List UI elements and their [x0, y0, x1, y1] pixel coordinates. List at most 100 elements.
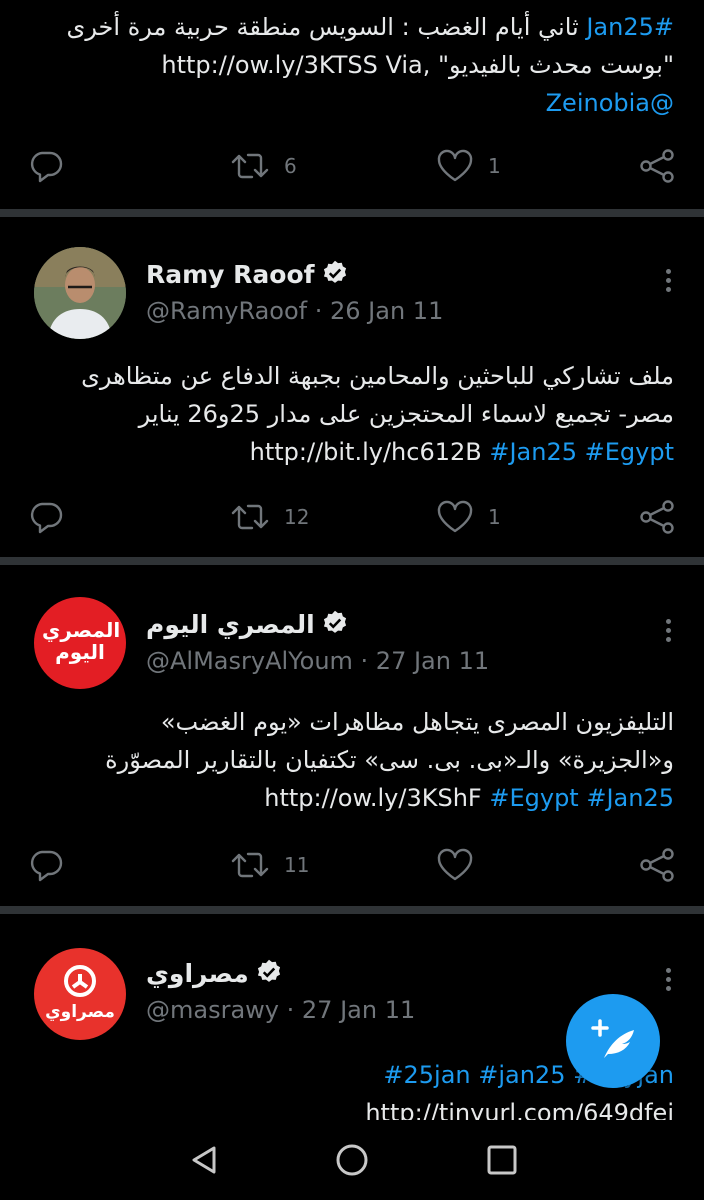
tweet-text-line: http://bit.ly/hc612B #Jan25 #Egypt	[81, 433, 674, 471]
more-options-button[interactable]	[666, 615, 674, 646]
tweet-text-line: "بوست محدث بالفيديو" ,http://ow.ly/3KTSS…	[67, 46, 674, 84]
share-button[interactable]	[638, 845, 676, 885]
author-name-row[interactable]: المصري اليوم	[146, 609, 349, 643]
nav-back-button[interactable]	[184, 1140, 224, 1180]
author-handle-row: @RamyRaoof · 26 Jan 11	[146, 297, 443, 325]
retweet-button[interactable]: 12	[230, 497, 309, 537]
retweet-button[interactable]: 11	[230, 845, 309, 885]
tweet-text-line: @Zeinobia	[67, 84, 674, 122]
tweet-ramy-raoof[interactable]: Ramy Raoof @RamyRaoof · 26 Jan 11 ملف تش…	[0, 217, 704, 557]
reply-icon	[28, 848, 64, 882]
tweet-text: ملف تشاركي للباحثين والمحامين بجبهة الدف…	[81, 357, 674, 471]
tweet-text-line: ملف تشاركي للباحثين والمحامين بجبهة الدف…	[81, 357, 674, 395]
nav-back-icon	[192, 1146, 216, 1174]
retweet-count: 6	[284, 154, 297, 178]
share-button[interactable]	[638, 497, 676, 537]
retweet-icon	[230, 848, 270, 882]
tweet-text-segment: و«الجزيرة» والـ«بى. بى. سى» تكتفيان بالت…	[105, 746, 674, 774]
like-button[interactable]: 1	[436, 146, 501, 186]
tweet-almasry-alyoum[interactable]: المصري اليوم المصري اليوم @AlMasryAlYoum…	[0, 565, 704, 907]
reply-icon	[28, 500, 64, 534]
author-handle: @AlMasryAlYoum	[146, 647, 353, 675]
verified-badge-icon	[255, 958, 283, 992]
tweet-link[interactable]: #Egypt #Jan25	[489, 784, 674, 812]
more-options-button[interactable]	[666, 265, 674, 296]
like-icon	[436, 149, 474, 183]
tweet-actions: 11	[0, 845, 704, 885]
like-count: 1	[488, 154, 501, 178]
tweet-text-line: التليفزيون المصرى يتجاهل مظاهرات «يوم ال…	[105, 703, 674, 741]
author-handle-row: @AlMasryAlYoum · 27 Jan 11	[146, 647, 489, 675]
nav-recents-button[interactable]	[482, 1140, 522, 1180]
tweet-date: · 27 Jan 11	[360, 647, 490, 675]
avatar[interactable]: المصري اليوم	[34, 597, 126, 689]
nav-recents-icon	[487, 1145, 517, 1175]
reply-button[interactable]	[28, 497, 64, 537]
author-handle: @RamyRaoof	[146, 297, 308, 325]
share-icon	[638, 149, 676, 183]
author-name: مصراوي	[146, 959, 249, 988]
author-name: Ramy Raoof	[146, 260, 315, 289]
avatar-photo	[34, 247, 126, 339]
retweet-button[interactable]: 6	[230, 146, 297, 186]
tweet-zeinobia[interactable]: #Jan25 ثاني أيام الغضب : السويس منطقة حر…	[0, 0, 704, 210]
tweet-link[interactable]: #Jan25 #Egypt	[489, 438, 674, 466]
tweet-text-segment: مصر- تجميع لاسماء المحتجزين على مدار 25و…	[138, 400, 674, 428]
tweet-separator	[0, 557, 704, 565]
tweet-text-segment: ثاني أيام الغضب : السويس منطقة حربية مرة…	[66, 13, 587, 41]
like-button[interactable]: 1	[436, 497, 501, 537]
author-handle-row: @masrawy · 27 Jan 11	[146, 996, 415, 1024]
reply-button[interactable]	[28, 845, 64, 885]
tweet-text-segment: http://ow.ly/3KShF	[264, 784, 490, 812]
author-handle: @masrawy	[146, 996, 279, 1024]
share-icon	[638, 848, 676, 882]
tweet-text-line: و«الجزيرة» والـ«بى. بى. سى» تكتفيان بالت…	[105, 741, 674, 779]
author-name: المصري اليوم	[146, 610, 315, 639]
verified-badge-icon	[321, 609, 349, 643]
avatar-logo: المصري اليوم	[42, 618, 121, 664]
logo-text-2: اليوم	[55, 640, 105, 664]
compose-feather-icon	[591, 1019, 634, 1058]
tweet-separator	[0, 209, 704, 217]
tweet-text-segment: "بوست محدث بالفيديو" ,http://ow.ly/3KTSS…	[161, 51, 674, 79]
verified-badge-icon	[321, 259, 349, 293]
tweet-link[interactable]: @Zeinobia	[546, 89, 674, 117]
tweet-text-line: http://ow.ly/3KShF #Egypt #Jan25	[105, 779, 674, 817]
nav-home-icon	[336, 1144, 368, 1176]
tweet-separator	[0, 906, 704, 914]
share-button[interactable]	[638, 146, 676, 186]
tweet-actions: 12 1	[0, 497, 704, 537]
like-button[interactable]	[436, 845, 474, 885]
tweet-text: #Jan25 ثاني أيام الغضب : السويس منطقة حر…	[67, 8, 674, 122]
like-icon	[436, 848, 474, 882]
logo-text: مصراوي	[45, 1002, 115, 1022]
tweet-date: · 26 Jan 11	[314, 297, 444, 325]
more-options-button[interactable]	[666, 964, 674, 995]
share-icon	[638, 500, 676, 534]
retweet-icon	[230, 500, 270, 534]
system-navigation-bar	[0, 1120, 704, 1200]
avatar[interactable]: مصراوي	[34, 948, 126, 1040]
avatar-logo: مصراوي	[34, 964, 126, 1022]
tweet-text-segment: التليفزيون المصرى يتجاهل مظاهرات «يوم ال…	[160, 708, 674, 736]
tweet-link[interactable]: #Jan25	[586, 13, 674, 41]
like-count: 1	[488, 505, 501, 529]
like-icon	[436, 500, 474, 534]
nav-home-button[interactable]	[332, 1140, 372, 1180]
avatar[interactable]	[34, 247, 126, 339]
tweet-text-line: #Jan25 ثاني أيام الغضب : السويس منطقة حر…	[67, 8, 674, 46]
author-name-row[interactable]: Ramy Raoof	[146, 259, 349, 293]
author-name-row[interactable]: مصراوي	[146, 958, 283, 992]
tweet-text-segment: ملف تشاركي للباحثين والمحامين بجبهة الدف…	[81, 362, 674, 390]
masrawy-logo-icon	[64, 965, 96, 997]
reply-button[interactable]	[28, 146, 64, 186]
compose-tweet-button[interactable]	[566, 994, 660, 1088]
tweet-text: التليفزيون المصرى يتجاهل مظاهرات «يوم ال…	[105, 703, 674, 817]
retweet-count: 12	[284, 505, 310, 529]
tweet-text-line: مصر- تجميع لاسماء المحتجزين على مدار 25و…	[81, 395, 674, 433]
tweet-date: · 27 Jan 11	[286, 996, 416, 1024]
logo-text-1: المصري	[42, 618, 121, 642]
retweet-count: 11	[284, 853, 310, 877]
tweet-actions: 6 1	[0, 146, 704, 186]
tweet-text-segment: http://bit.ly/hc612B	[249, 438, 490, 466]
